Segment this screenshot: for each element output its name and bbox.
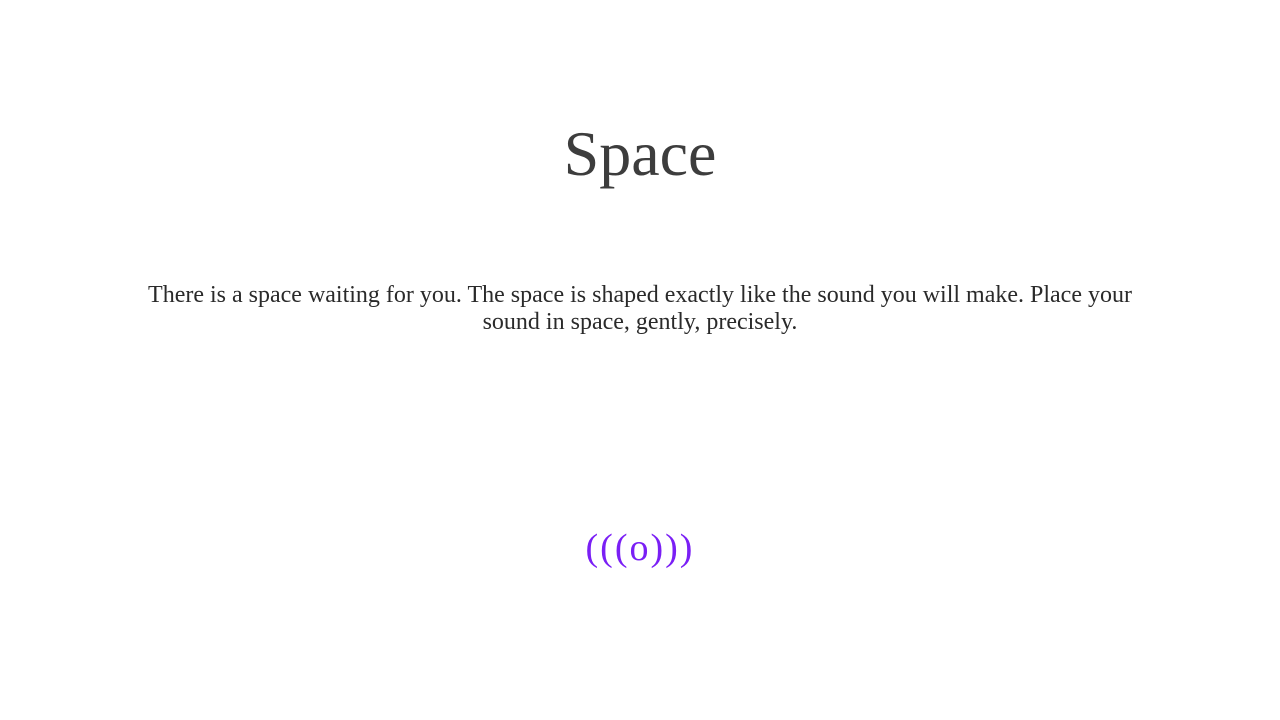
page: Space There is a space waiting for you. … (0, 0, 1280, 720)
page-title: Space (563, 118, 717, 189)
record-sound-button[interactable]: (((o))) (560, 520, 720, 576)
prompt-text: There is a space waiting for you. The sp… (148, 282, 1132, 335)
